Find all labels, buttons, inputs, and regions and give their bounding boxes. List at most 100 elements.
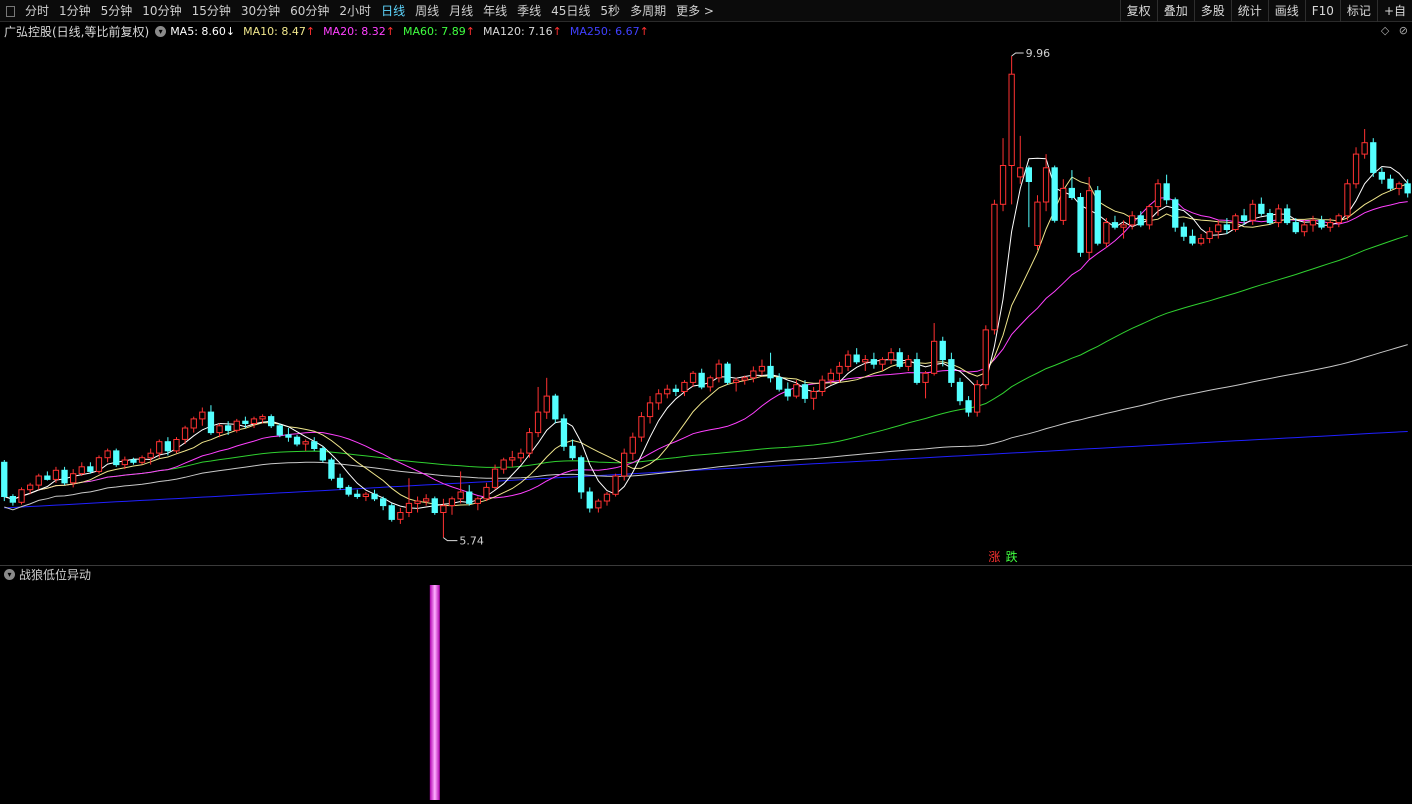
panel-divider[interactable] [0,565,1412,566]
candle[interactable] [1034,195,1041,250]
candle[interactable] [52,466,60,483]
candle[interactable] [870,352,878,369]
candle[interactable] [268,414,275,429]
candle[interactable] [1301,220,1308,237]
candle[interactable] [423,494,430,506]
candle[interactable] [896,348,903,369]
chevron-down-icon[interactable]: ▾ [4,569,15,580]
candle[interactable] [1129,211,1136,230]
candle[interactable] [44,471,51,481]
candle[interactable] [233,418,240,433]
candle[interactable] [1275,204,1282,228]
candle[interactable] [1086,176,1093,260]
candle[interactable] [1361,129,1368,159]
candle[interactable] [336,473,344,490]
tab-period-15[interactable]: 多周期 [625,0,671,22]
candle[interactable] [1232,213,1239,232]
candle[interactable] [569,439,576,460]
candle[interactable] [1387,174,1394,191]
candle[interactable] [319,446,327,463]
candle[interactable] [767,352,774,383]
candle[interactable] [388,503,395,522]
candle[interactable] [974,380,981,417]
candle[interactable] [1309,215,1317,232]
tool-button-7[interactable]: +自 [1376,0,1412,22]
candle[interactable] [1163,174,1170,205]
candle[interactable] [526,428,533,458]
tool-button-5[interactable]: F10 [1304,0,1340,22]
candle[interactable] [354,489,361,499]
tab-period-4[interactable]: 15分钟 [187,0,236,22]
candle[interactable] [78,462,85,476]
candle[interactable] [931,323,938,376]
candle[interactable] [612,473,619,497]
candle[interactable] [61,466,68,486]
chevron-down-icon[interactable]: ▾ [155,25,167,37]
candle[interactable] [1077,192,1084,257]
candle[interactable] [689,370,697,387]
candle[interactable] [1008,55,1015,205]
no-entry-icon[interactable]: ⊘ [1399,24,1408,37]
candle[interactable] [578,455,585,499]
candle[interactable] [922,370,929,399]
candle[interactable] [1395,181,1403,196]
candle[interactable] [819,375,826,397]
candle[interactable] [9,494,16,506]
candle[interactable] [414,496,421,513]
tool-button-3[interactable]: 统计 [1230,0,1268,22]
candle[interactable] [509,450,516,467]
tool-button-4[interactable]: 画线 [1267,0,1305,22]
candle[interactable] [655,389,662,410]
candle[interactable] [750,366,757,383]
candle[interactable] [1370,138,1377,177]
tab-period-11[interactable]: 年线 [478,0,512,22]
candle[interactable] [35,473,42,490]
candle[interactable] [543,377,550,419]
candle[interactable] [95,455,103,474]
tab-period-10[interactable]: 月线 [444,0,478,22]
candle[interactable] [113,448,120,467]
tab-period-3[interactable]: 10分钟 [137,0,186,22]
candle[interactable] [879,357,886,371]
candle[interactable] [905,355,912,371]
candle[interactable] [1335,213,1342,228]
candle[interactable] [371,489,378,502]
candle[interactable] [1094,186,1101,246]
candle[interactable] [948,352,955,387]
tab-period-2[interactable]: 5分钟 [96,0,138,22]
candle[interactable] [1025,165,1032,228]
candle[interactable] [1352,147,1360,189]
candle[interactable] [1378,167,1385,184]
candle[interactable] [293,434,301,447]
candle[interactable] [793,380,800,399]
candle[interactable] [724,361,731,385]
candle[interactable] [560,414,568,451]
candle[interactable] [707,375,714,392]
candle[interactable] [991,199,998,335]
tab-period-8[interactable]: 日线 [376,0,410,22]
candle[interactable] [1042,154,1050,212]
candle[interactable] [1318,215,1325,230]
candle[interactable] [1215,220,1222,239]
tool-button-1[interactable]: 叠加 [1156,0,1194,22]
candle[interactable] [1068,170,1075,200]
tool-button-0[interactable]: 复权 [1119,0,1157,22]
candle[interactable] [104,448,111,463]
candle[interactable] [1060,179,1067,225]
candle[interactable] [733,377,740,392]
tab-period-7[interactable]: 2小时 [334,0,376,22]
candle[interactable] [1197,234,1205,246]
candle[interactable] [810,386,817,410]
candle[interactable] [853,348,860,365]
candle[interactable] [431,496,438,515]
tab-period-14[interactable]: 5秒 [595,0,625,22]
candle[interactable] [302,439,309,451]
candle[interactable] [1051,165,1058,223]
candle[interactable] [1111,215,1119,230]
candle[interactable] [491,464,499,490]
tab-period-6[interactable]: 60分钟 [285,0,334,22]
candle[interactable] [448,496,456,515]
candle[interactable] [18,487,25,505]
candle[interactable] [913,352,921,385]
diamond-icon[interactable]: ◇ [1381,24,1389,37]
